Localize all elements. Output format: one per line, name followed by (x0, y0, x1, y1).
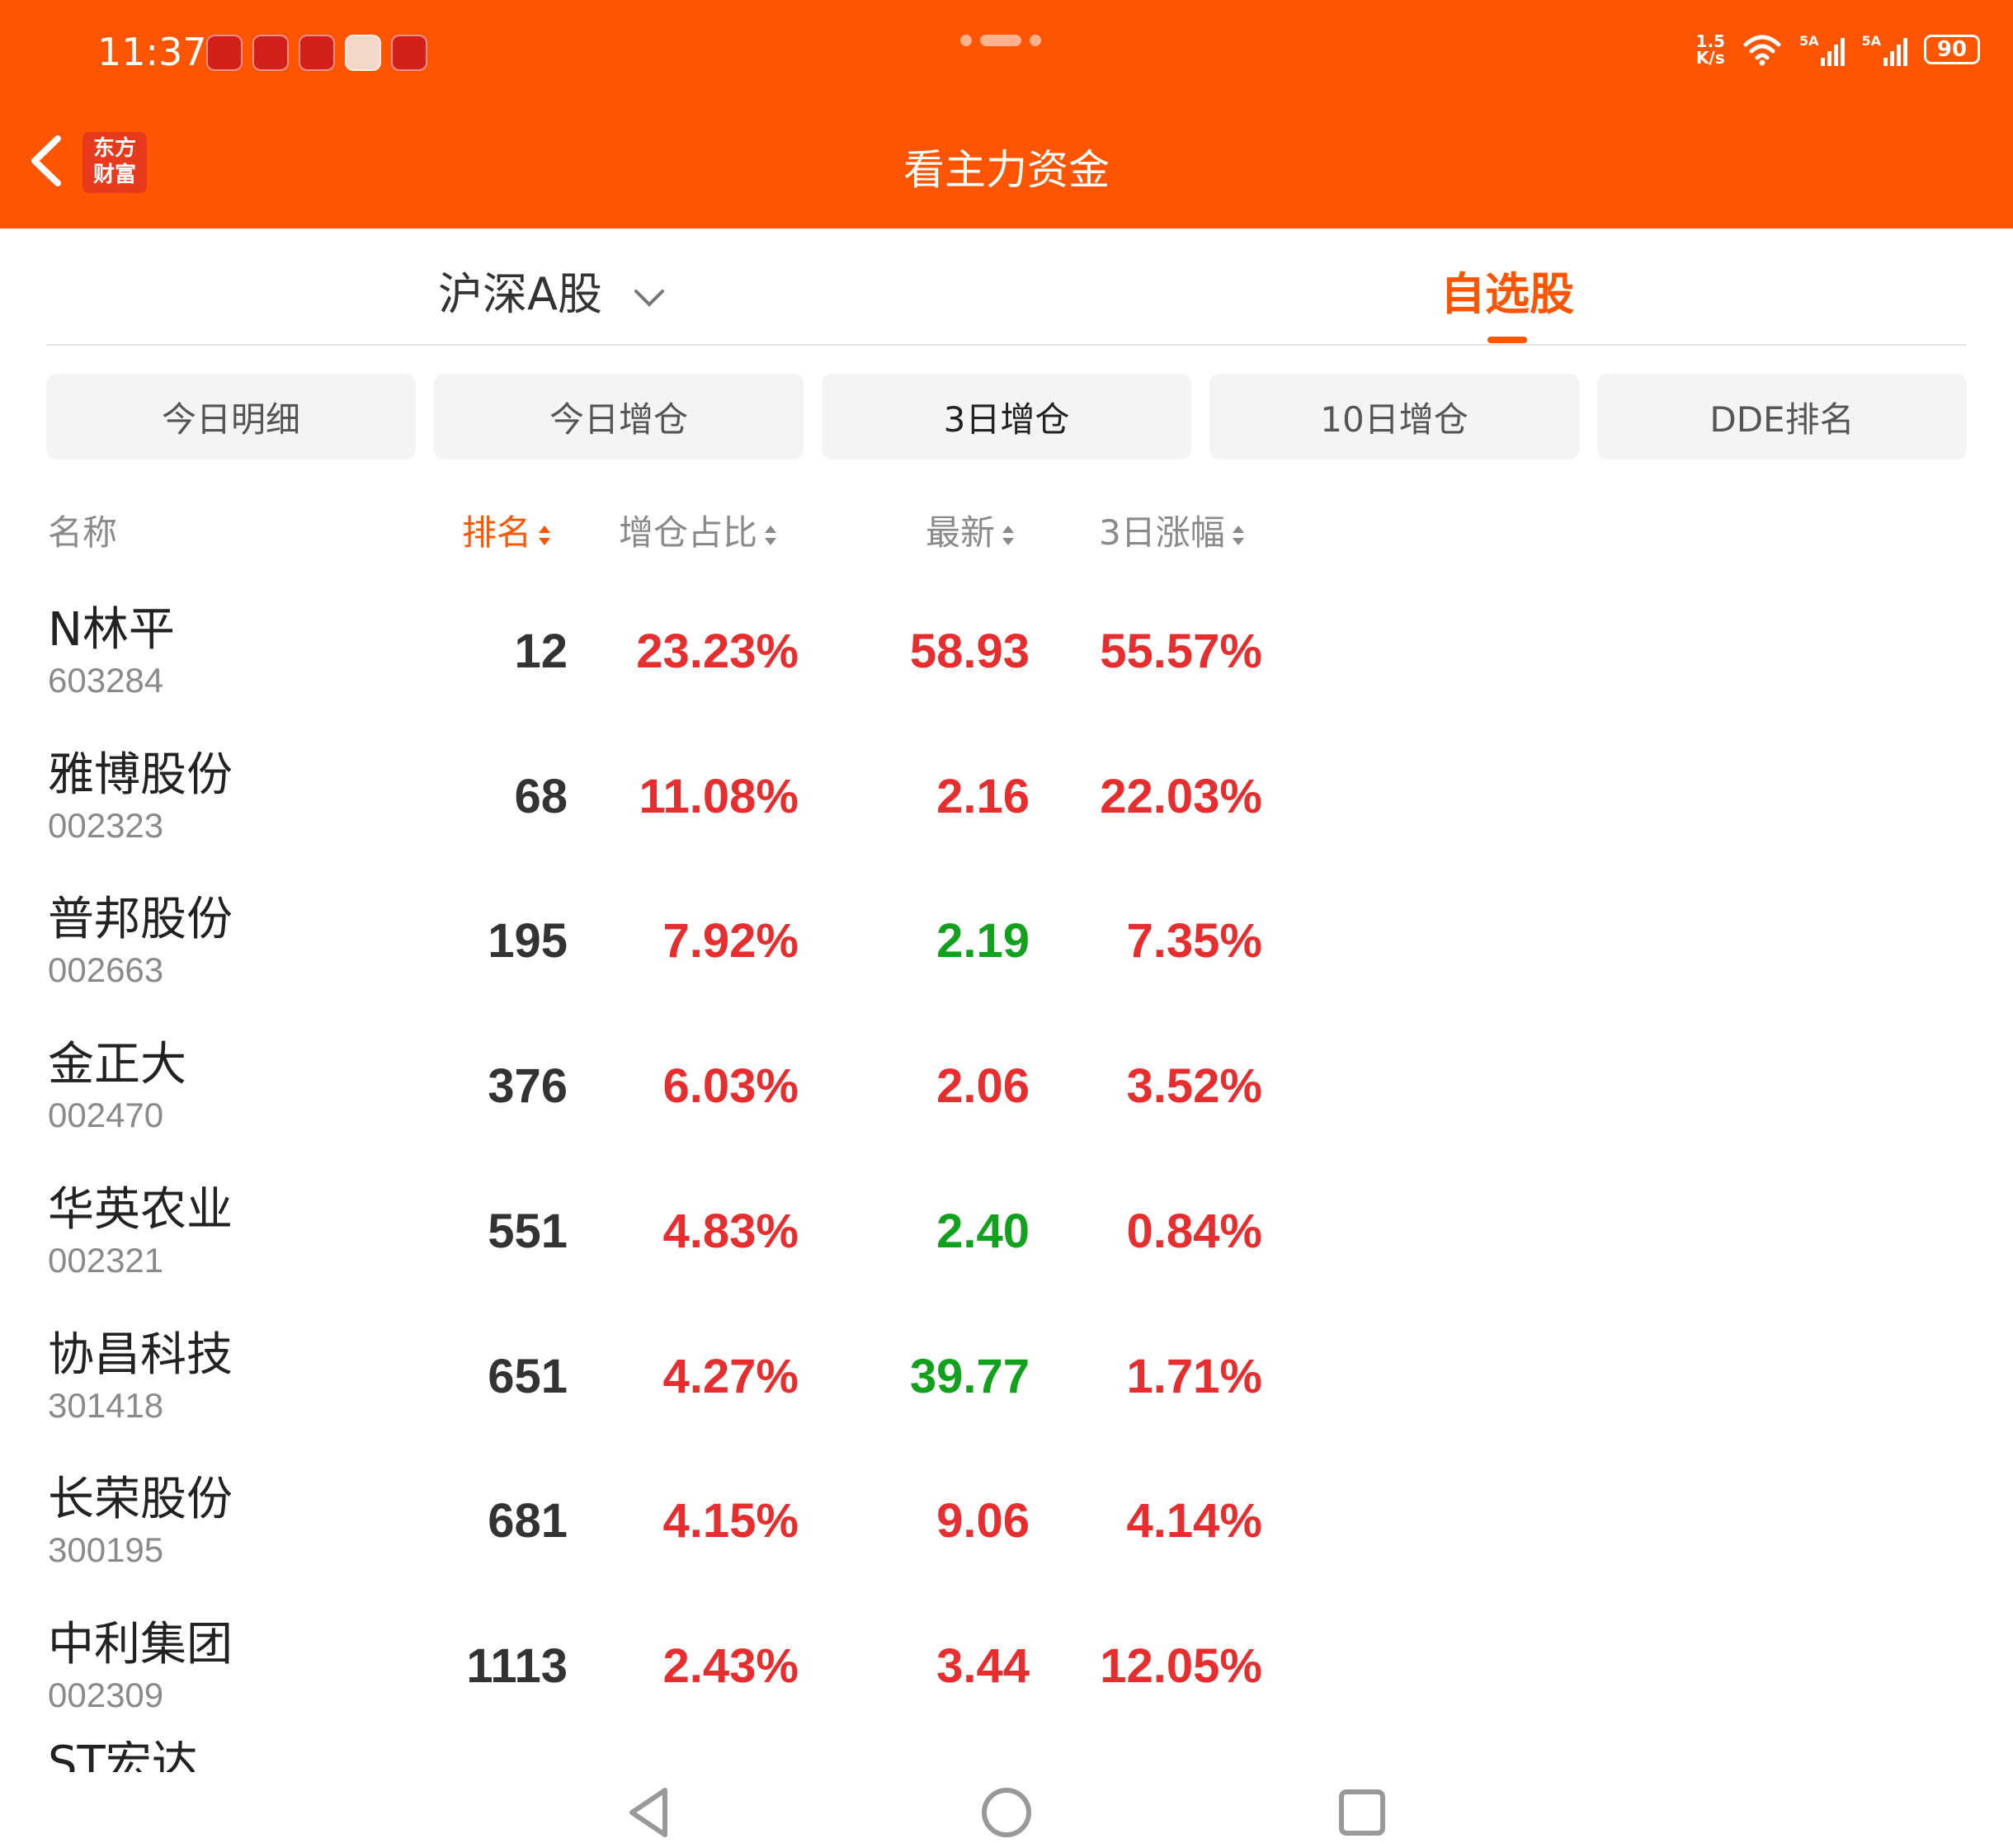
rank-value: 651 (488, 1350, 568, 1403)
rank-value: 12 (514, 625, 568, 678)
rank-value: 376 (488, 1059, 568, 1113)
change-value: 3.52% (1126, 1059, 1262, 1113)
ratio-value: 6.03% (662, 1059, 799, 1113)
stock-code: 002663 (48, 950, 164, 989)
latest-price: 39.77 (909, 1350, 1030, 1403)
table-row[interactable]: 华英农业 002321 551 4.83% 2.40 0.84% (0, 1164, 2013, 1309)
filter-today-increase[interactable]: 今日增仓 (434, 374, 804, 460)
table-row[interactable]: 雅博股份 002323 68 11.08% 2.16 22.03% (0, 729, 2013, 874)
column-header-latest[interactable]: 最新 (926, 505, 1016, 555)
sort-icon (1002, 525, 1015, 545)
change-value: 7.35% (1126, 914, 1262, 968)
table-row[interactable]: 普邦股份 002663 195 7.92% 2.19 7.35% (0, 874, 2013, 1019)
rank-value: 195 (488, 914, 568, 968)
table-row[interactable]: 长荣股份 300195 681 4.15% 9.06 4.14% (0, 1454, 2013, 1599)
stock-name: 华英农业 (48, 1183, 233, 1237)
stock-code: 002309 (48, 1676, 164, 1714)
column-header-ratio[interactable]: 增仓占比 (619, 505, 779, 555)
nav-back-icon[interactable] (620, 1784, 678, 1841)
ratio-value: 7.92% (662, 914, 799, 968)
change-value: 4.14% (1126, 1494, 1262, 1548)
market-tab-bar: 沪深A股 自选股 (46, 229, 1967, 346)
period-filter-bar: 今日明细 今日增仓 3日增仓 10日增仓 DDE排名 (46, 374, 1968, 460)
system-navigation-bar (0, 1774, 2013, 1848)
rank-value: 1113 (466, 1639, 568, 1693)
column-header-3day-change[interactable]: 3日涨幅 (1099, 505, 1247, 555)
sort-icon (539, 525, 551, 545)
news-app-icon (252, 35, 289, 71)
stock-code: 300195 (48, 1530, 164, 1569)
stock-name: 长荣股份 (48, 1473, 233, 1526)
change-value: 12.05% (1100, 1639, 1262, 1693)
stock-code: 002470 (48, 1096, 164, 1134)
ratio-value: 11.08% (639, 770, 799, 823)
latest-price: 3.44 (936, 1639, 1030, 1693)
latest-price: 2.06 (936, 1059, 1030, 1113)
status-right: 1.5 K/s 5A 5A 90 (1696, 33, 1980, 66)
latest-price: 2.40 (936, 1204, 1030, 1258)
ratio-value: 4.15% (662, 1494, 799, 1548)
change-value: 55.57% (1100, 625, 1262, 678)
stock-name: 金正大 (48, 1038, 186, 1091)
latest-price: 2.16 (936, 770, 1030, 823)
latest-price: 2.19 (936, 914, 1030, 968)
active-tab-indicator (1487, 337, 1527, 343)
notification-icons (206, 35, 427, 71)
stock-name: 中利集团 (48, 1618, 233, 1671)
latest-price: 9.06 (936, 1494, 1030, 1548)
stock-code: 301418 (48, 1386, 164, 1425)
filter-3day-increase[interactable]: 3日增仓 (822, 374, 1191, 460)
tab-shsz-a-shares[interactable]: 沪深A股 (438, 257, 666, 323)
latest-price: 58.93 (909, 625, 1030, 678)
ratio-value: 4.27% (662, 1350, 799, 1403)
table-row[interactable]: 金正大 002470 376 6.03% 2.06 3.52% (0, 1019, 2013, 1164)
change-value: 1.71% (1126, 1350, 1262, 1403)
stock-code: 002323 (48, 806, 164, 845)
stock-name: N林平 (48, 603, 175, 657)
filter-today-detail[interactable]: 今日明细 (46, 374, 416, 460)
table-row[interactable]: 协昌科技 301418 651 4.27% 39.77 1.71% (0, 1309, 2013, 1454)
app-header: 11:37 1.5 K/s 5A 5A 90 东方 财富 看主力资金 (0, 0, 2013, 229)
multiwindow-indicator[interactable] (960, 35, 1041, 46)
column-header-rank[interactable]: 排名 (462, 505, 553, 555)
change-value: 22.03% (1100, 770, 1262, 823)
stock-app-icon (206, 35, 243, 71)
ratio-value: 4.83% (662, 1204, 799, 1258)
table-row[interactable]: N林平 603284 12 23.23% 58.93 55.57% (0, 584, 2013, 729)
ratio-value: 2.43% (662, 1639, 799, 1693)
bank-app-icon (391, 35, 427, 71)
net-speed: 1.5 K/s (1695, 31, 1725, 68)
filter-dde-rank[interactable]: DDE排名 (1597, 374, 1967, 460)
rank-value: 68 (514, 770, 568, 823)
mascot-app-icon (345, 35, 381, 71)
sort-icon (765, 525, 777, 545)
sort-icon (1232, 525, 1244, 545)
stock-name: 雅博股份 (48, 748, 233, 802)
rank-value: 681 (488, 1494, 568, 1548)
nav-home-icon[interactable] (978, 1784, 1035, 1841)
stock-name: 协昌科技 (48, 1328, 233, 1382)
stock-code: 603284 (48, 661, 164, 700)
tab-watchlist[interactable]: 自选股 (1440, 257, 1574, 323)
weibo-app-icon (299, 35, 335, 71)
filter-10day-increase[interactable]: 10日增仓 (1209, 374, 1579, 460)
signal-5a-icon-2: 5A (1861, 33, 1907, 66)
stock-code: 002321 (48, 1241, 164, 1280)
status-time: 11:37 (97, 30, 207, 74)
nav-recents-icon[interactable] (1333, 1784, 1391, 1841)
change-value: 0.84% (1126, 1204, 1262, 1258)
wifi-icon (1743, 35, 1781, 66)
column-header-name: 名称 (48, 512, 118, 553)
rank-value: 551 (488, 1204, 568, 1258)
table-row[interactable]: 中利集团 002309 1113 2.43% 3.44 12.05% (0, 1599, 2013, 1744)
stock-name-partial[interactable]: ST宏达 (48, 1741, 198, 1772)
battery-icon: 90 (1924, 35, 1980, 64)
ratio-value: 23.23% (636, 625, 799, 678)
signal-5a-icon: 5A (1799, 33, 1846, 66)
chevron-down-icon (634, 290, 665, 308)
stock-name: 普邦股份 (48, 893, 233, 946)
page-title: 看主力资金 (903, 146, 1110, 194)
